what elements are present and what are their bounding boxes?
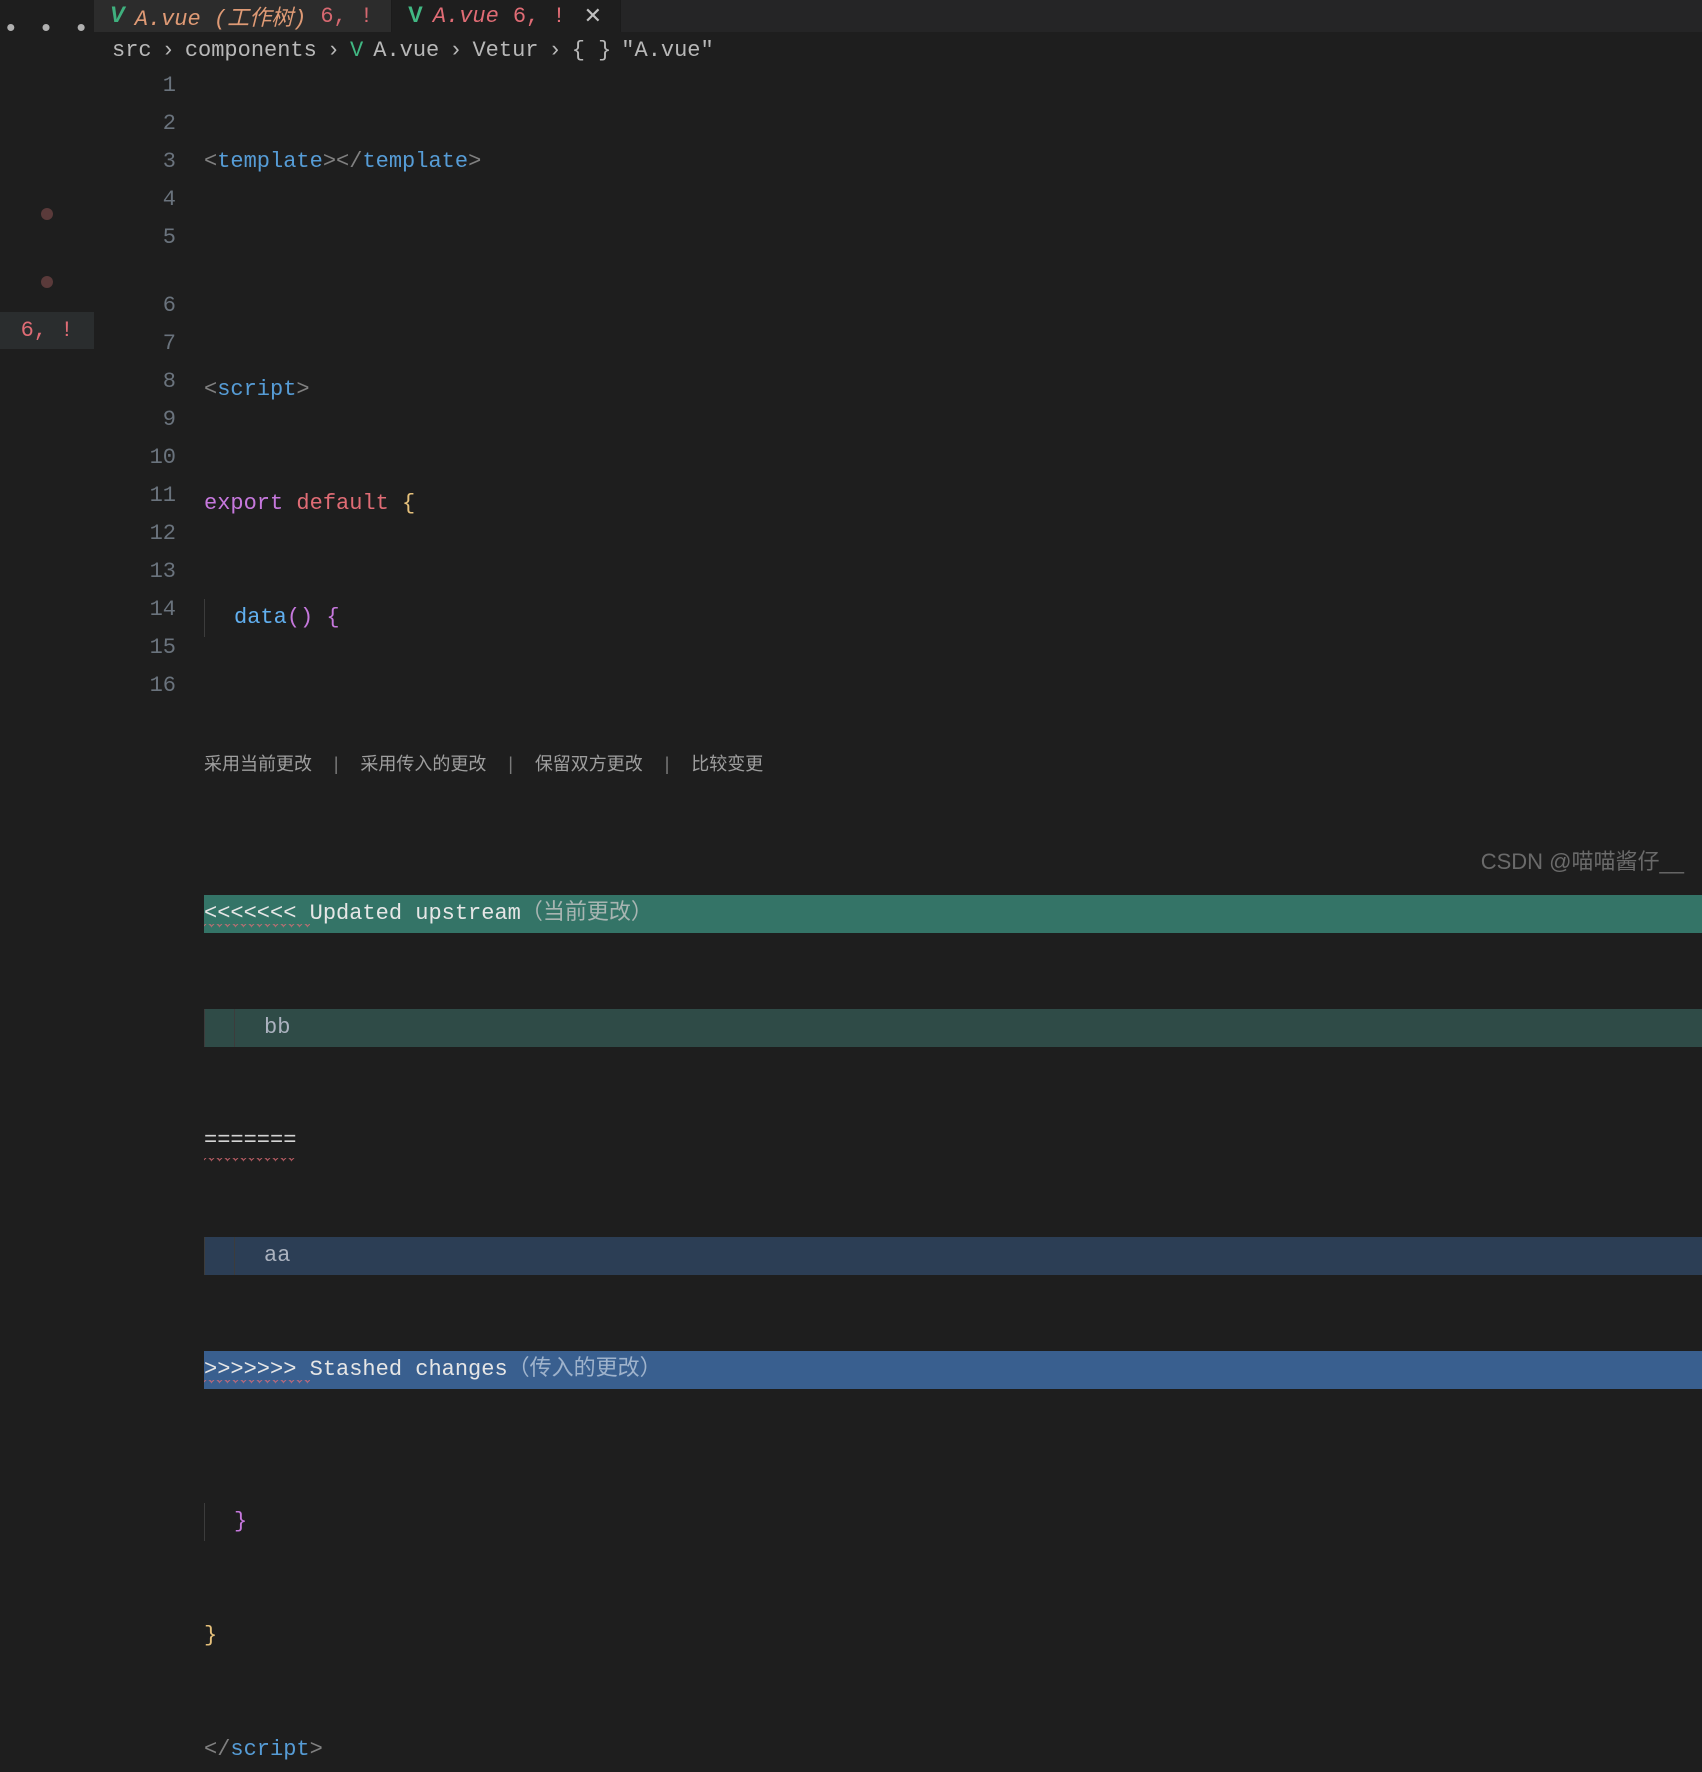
chevron-right-icon: ›: [162, 38, 175, 63]
code-line[interactable]: export default {: [204, 485, 1702, 523]
line-number: 8: [94, 363, 176, 401]
vue-icon: V: [110, 2, 125, 28]
tab-title: A.vue: [433, 4, 499, 29]
line-number-gutter: 1 2 3 4 5 6 7 8 9 10 11 12 13 14 15 16: [94, 67, 204, 1772]
code-line[interactable]: [204, 257, 1702, 295]
line-number: 4: [94, 181, 176, 219]
breadcrumb-item[interactable]: "A.vue": [621, 38, 713, 63]
breadcrumb[interactable]: src › components › V A.vue › Vetur › { }…: [94, 32, 1702, 67]
line-number: 16: [94, 667, 176, 705]
code-line[interactable]: }: [204, 1503, 1702, 1541]
code-line[interactable]: }: [204, 1617, 1702, 1655]
line-number: 15: [94, 629, 176, 667]
tab-title: A.vue (工作树): [135, 0, 307, 32]
conflict-current-header[interactable]: <<<<<<< Updated upstream（当前更改）: [204, 895, 1702, 933]
breadcrumb-item[interactable]: Vetur: [472, 38, 538, 63]
breadcrumb-item[interactable]: components: [185, 38, 317, 63]
accept-both-link[interactable]: 保留双方更改: [535, 747, 643, 785]
line-number: 5: [94, 219, 176, 257]
breadcrumb-item[interactable]: src: [112, 38, 152, 63]
line-number: 11: [94, 477, 176, 515]
scm-change-dot-icon: [41, 208, 53, 220]
line-number: 2: [94, 105, 176, 143]
code-line[interactable]: <template></template>: [204, 143, 1702, 181]
accept-current-link[interactable]: 采用当前更改: [204, 747, 312, 785]
line-number: 3: [94, 143, 176, 181]
conflict-incoming-line[interactable]: aa: [204, 1237, 1702, 1275]
chevron-right-icon: ›: [449, 38, 462, 63]
tab-a-vue-worktree[interactable]: V A.vue (工作树) 6, !: [94, 0, 392, 32]
line-number: 14: [94, 591, 176, 629]
chevron-right-icon: ›: [548, 38, 561, 63]
chevron-right-icon: ›: [327, 38, 340, 63]
vue-icon: V: [350, 38, 363, 63]
line-number: 1: [94, 67, 176, 105]
open-editors-badge-label: 6, !: [21, 318, 74, 343]
code-editor[interactable]: 1 2 3 4 5 6 7 8 9 10 11 12 13 14 15 16 <…: [94, 67, 1702, 1772]
line-number: 12: [94, 515, 176, 553]
braces-icon: { }: [572, 38, 612, 63]
line-number: 10: [94, 439, 176, 477]
tab-a-vue[interactable]: V A.vue 6, ! ✕: [392, 0, 621, 32]
line-number: 7: [94, 325, 176, 363]
watermark: CSDN @喵喵酱仔__: [1481, 844, 1684, 876]
open-editors-badge[interactable]: 6, !: [0, 312, 94, 349]
codelens-gutter: [94, 257, 176, 287]
compare-changes-link[interactable]: 比较变更: [691, 747, 763, 785]
vue-icon: V: [408, 2, 423, 28]
code-line[interactable]: <script>: [204, 371, 1702, 409]
conflict-current-line[interactable]: bb: [204, 1009, 1702, 1047]
activity-bar: • • • 6, !: [0, 0, 94, 886]
breadcrumb-item[interactable]: A.vue: [373, 38, 439, 63]
more-icon[interactable]: • • •: [3, 14, 91, 44]
code-line[interactable]: data() {: [204, 599, 1702, 637]
conflict-separator[interactable]: =======: [204, 1123, 1702, 1161]
tab-bar: V A.vue (工作树) 6, ! V A.vue 6, ! ✕: [94, 0, 1702, 32]
tab-problem-count: 6, !: [316, 4, 373, 29]
code-line[interactable]: </script>: [204, 1731, 1702, 1769]
code-content[interactable]: <template></template> <script> export de…: [204, 67, 1702, 1772]
line-number: 6: [94, 287, 176, 325]
merge-codelens: 采用当前更改 | 采用传入的更改 | 保留双方更改 | 比较变更: [204, 751, 1702, 781]
conflict-incoming-header[interactable]: >>>>>>> Stashed changes（传入的更改）: [204, 1351, 1702, 1389]
accept-incoming-link[interactable]: 采用传入的更改: [360, 747, 486, 785]
scm-change-dot-icon: [41, 276, 53, 288]
line-number: 9: [94, 401, 176, 439]
close-icon[interactable]: ✕: [584, 3, 602, 29]
line-number: 13: [94, 553, 176, 591]
tab-problem-count: 6, !: [509, 4, 566, 29]
